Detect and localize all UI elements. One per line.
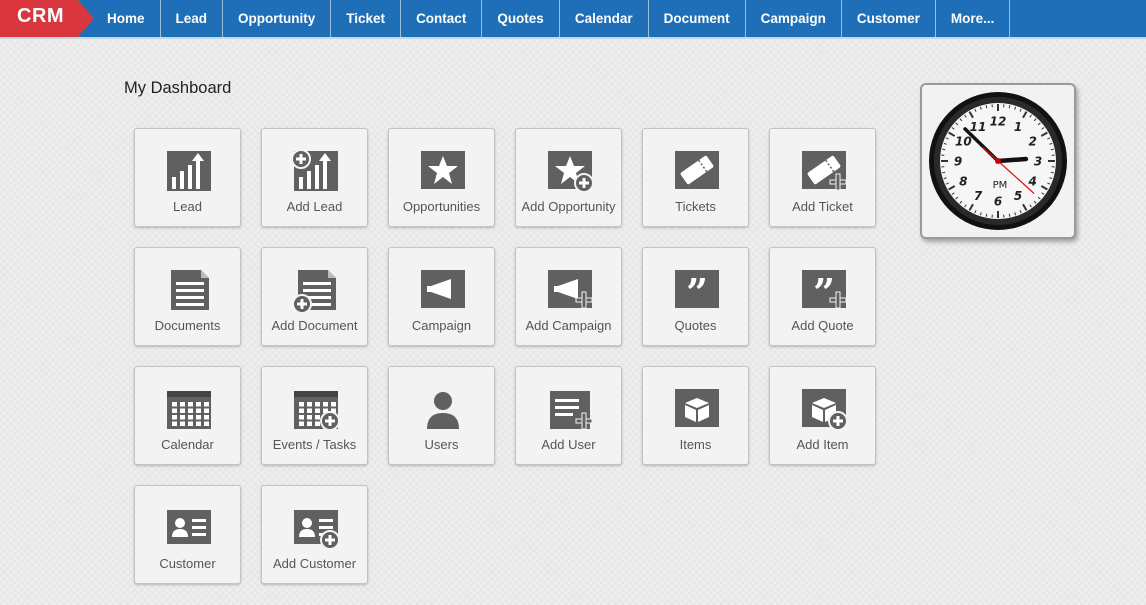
tile-label: Quotes <box>674 318 717 333</box>
nav-item-campaign[interactable]: Campaign <box>746 0 842 37</box>
bar-chart-add-icon <box>290 149 340 193</box>
tile-add-customer[interactable]: Add Customer <box>261 485 368 584</box>
clock-number: 5 <box>1014 189 1022 203</box>
tile-label: Customer <box>159 556 216 571</box>
hour-hand <box>995 156 1029 164</box>
tile-documents[interactable]: Documents <box>134 247 241 346</box>
tile-add-user[interactable]: Add User <box>515 366 622 465</box>
tile-campaign[interactable]: Campaign <box>388 247 495 346</box>
page-title: My Dashboard <box>124 79 232 97</box>
nav-item-more[interactable]: More... <box>936 0 1011 37</box>
tile-quotes[interactable]: ” Quotes <box>642 247 749 346</box>
tile-label: Campaign <box>411 318 472 333</box>
tile-label: Add Quote <box>791 318 854 333</box>
clock-number: 6 <box>994 195 1002 209</box>
tile-opportunities[interactable]: Opportunities <box>388 128 495 227</box>
tile-add-ticket[interactable]: Add Ticket <box>769 128 876 227</box>
tile-label: Add Document <box>271 318 358 333</box>
bar-chart-icon <box>163 149 213 193</box>
nav-item-ticket[interactable]: Ticket <box>331 0 402 37</box>
tile-label: Add Item <box>796 437 849 452</box>
megaphone-icon <box>417 268 467 312</box>
tile-label: Documents <box>154 318 221 333</box>
brand-logo[interactable]: CRM <box>0 0 94 37</box>
quote-icon: ” <box>671 268 721 312</box>
tile-label: Add Lead <box>286 199 343 214</box>
tile-label: Tickets <box>675 199 716 214</box>
tile-lead[interactable]: Lead <box>134 128 241 227</box>
clock-number: 8 <box>959 175 967 189</box>
contact-card-add-icon <box>290 506 340 550</box>
user-icon <box>417 387 467 431</box>
tile-label: Add Customer <box>272 556 357 571</box>
clock-number: 1 <box>1014 120 1022 134</box>
ticket-icon <box>671 149 721 193</box>
tile-label: Add User <box>541 437 596 452</box>
clock-period: PM <box>993 180 1008 191</box>
ticket-add-icon <box>798 149 848 193</box>
clock-number: 7 <box>974 189 983 203</box>
tile-items[interactable]: Items <box>642 366 749 465</box>
clock-number: 3 <box>1034 155 1042 169</box>
document-add-icon <box>290 268 340 312</box>
clock-number: 9 <box>954 155 962 169</box>
clock-center-pin <box>995 158 1001 164</box>
tile-label: Add Opportunity <box>521 199 616 214</box>
tile-calendar[interactable]: Calendar <box>134 366 241 465</box>
tile-add-quote[interactable]: ” Add Quote <box>769 247 876 346</box>
tile-add-document[interactable]: Add Document <box>261 247 368 346</box>
nav-item-document[interactable]: Document <box>649 0 746 37</box>
top-navbar: CRM Home Lead Opportunity Ticket Contact Quot… <box>0 0 1146 39</box>
tile-label: Items <box>679 437 712 452</box>
box-add-icon <box>798 387 848 431</box>
megaphone-add-icon <box>544 268 594 312</box>
tile-tickets[interactable]: Tickets <box>642 128 749 227</box>
calendar-add-icon <box>290 387 340 431</box>
clock-number: 4 <box>1027 175 1036 189</box>
tile-add-campaign[interactable]: Add Campaign <box>515 247 622 346</box>
contact-card-icon <box>163 506 213 550</box>
main-nav: Home Lead Opportunity Ticket Contact Quotes Ca… <box>94 0 1011 37</box>
calendar-icon <box>163 387 213 431</box>
box-icon <box>671 387 721 431</box>
star-add-icon <box>544 149 594 193</box>
user-add-icon <box>544 387 594 431</box>
clock-number: 2 <box>1028 135 1036 149</box>
brand-name: CRM <box>17 5 65 27</box>
tile-add-lead[interactable]: Add Lead <box>261 128 368 227</box>
tile-label: Lead <box>173 199 202 214</box>
nav-item-quotes[interactable]: Quotes <box>482 0 560 37</box>
tile-label: Events / Tasks <box>272 437 357 452</box>
tile-label: Opportunities <box>402 199 481 214</box>
document-icon <box>163 268 213 312</box>
tile-customer[interactable]: Customer <box>134 485 241 584</box>
tile-label: Users <box>424 437 459 452</box>
nav-item-contact[interactable]: Contact <box>401 0 483 37</box>
svg-text:”: ” <box>686 270 708 312</box>
tile-users[interactable]: Users <box>388 366 495 465</box>
clock-number: 10 <box>955 135 972 149</box>
nav-item-customer[interactable]: Customer <box>842 0 936 37</box>
quote-add-icon: ” <box>798 268 848 312</box>
nav-item-calendar[interactable]: Calendar <box>560 0 649 37</box>
clock-number: 11 <box>970 120 987 134</box>
nav-item-lead[interactable]: Lead <box>161 0 224 37</box>
tile-label: Add Campaign <box>525 318 612 333</box>
tile-events-tasks[interactable]: Events / Tasks <box>261 366 368 465</box>
svg-text:”: ” <box>813 270 835 312</box>
clock-widget: 12 1 2 3 4 5 6 7 8 9 10 11 PM <box>920 83 1076 239</box>
tile-add-opportunity[interactable]: Add Opportunity <box>515 128 622 227</box>
analog-clock: 12 12 3 45678 9 1011 PM <box>929 92 1067 230</box>
star-icon <box>417 149 467 193</box>
nav-item-home[interactable]: Home <box>94 0 161 37</box>
tile-label: Add Ticket <box>792 199 853 214</box>
nav-item-opportunity[interactable]: Opportunity <box>223 0 332 37</box>
clock-number: 12 <box>990 115 1007 129</box>
tile-add-item[interactable]: Add Item <box>769 366 876 465</box>
tile-label: Calendar <box>161 437 214 452</box>
